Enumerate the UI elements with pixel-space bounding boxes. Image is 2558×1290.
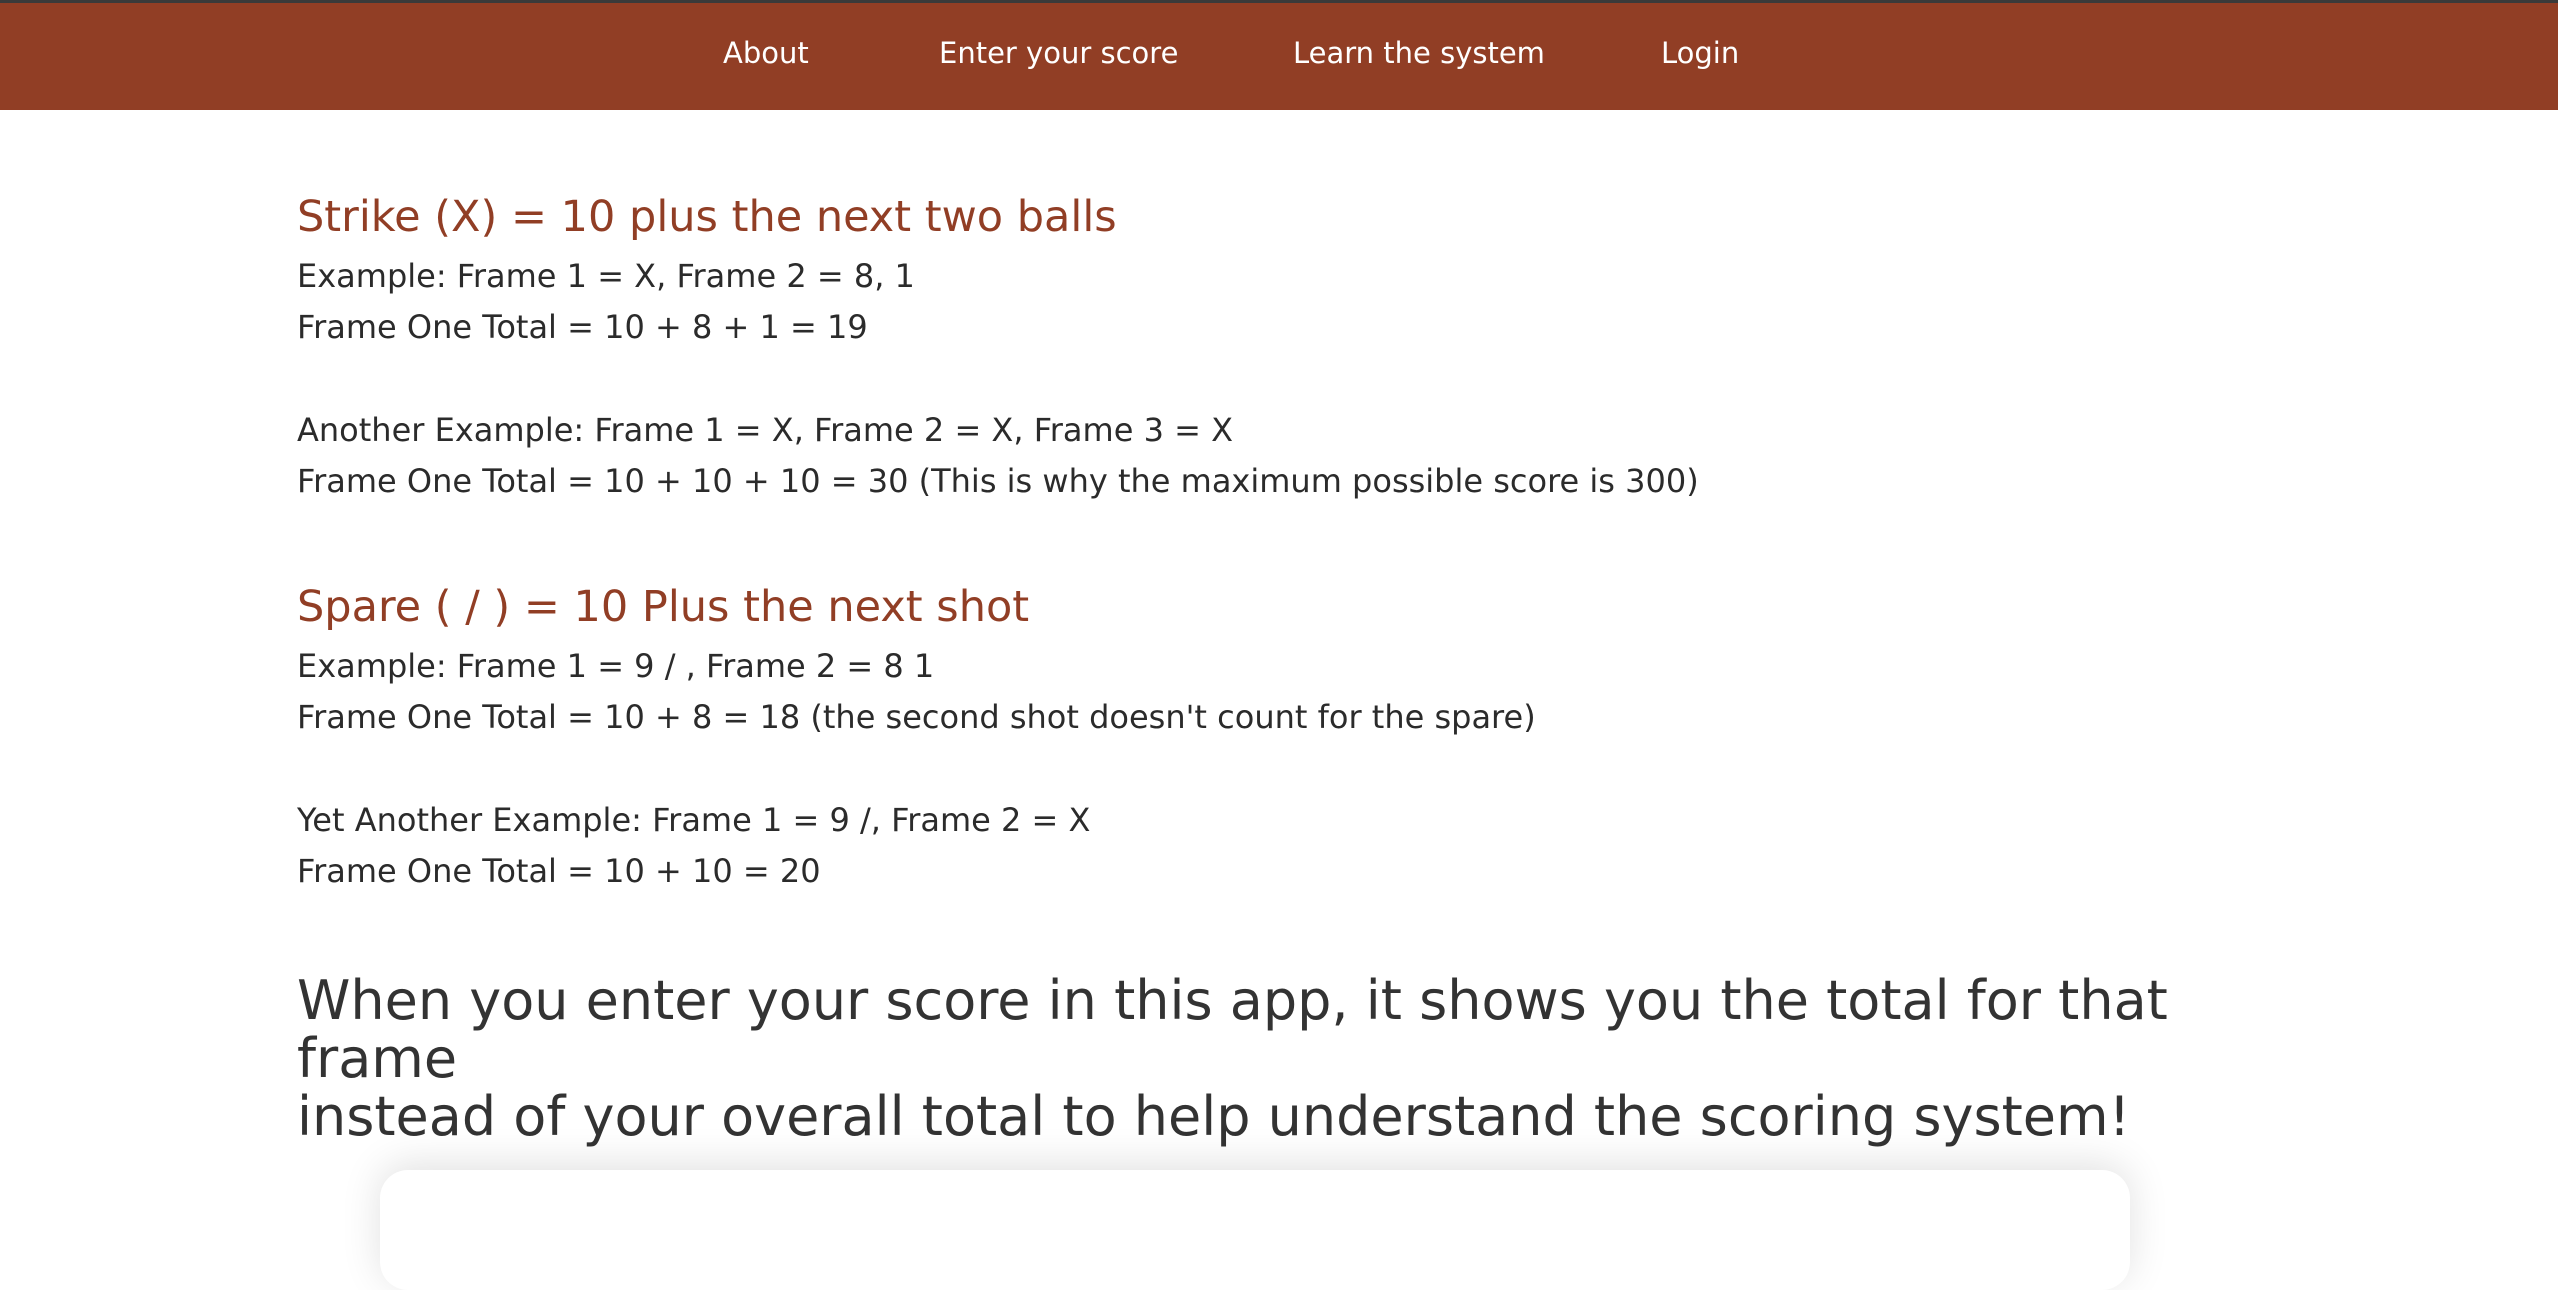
scoring-note: When you enter your score in this app, i… (297, 972, 2297, 1146)
nav-learn-system-link[interactable]: Learn the system (1293, 3, 1545, 103)
strike-example-1-total: Frame One Total = 10 + 8 + 1 = 19 (297, 308, 868, 346)
strike-example-2-frames: Another Example: Frame 1 = X, Frame 2 = … (297, 411, 1233, 449)
strike-example-2-total: Frame One Total = 10 + 10 + 10 = 30 (Thi… (297, 462, 1699, 500)
strike-heading: Strike (X) = 10 plus the next two balls (297, 192, 1117, 242)
nav-login-link[interactable]: Login (1661, 3, 1739, 103)
strike-example-1-frames: Example: Frame 1 = X, Frame 2 = 8, 1 (297, 257, 915, 295)
spare-example-2-total: Frame One Total = 10 + 10 = 20 (297, 852, 821, 890)
spare-example-2-frames: Yet Another Example: Frame 1 = 9 /, Fram… (297, 801, 1091, 839)
scoring-note-line-1: When you enter your score in this app, i… (297, 969, 2168, 1090)
nav-about-link[interactable]: About (723, 3, 809, 103)
top-navigation-bar: About Enter your score Learn the system … (0, 0, 2558, 110)
nav-enter-score-link[interactable]: Enter your score (939, 3, 1178, 103)
scoring-note-line-2: instead of your overall total to help un… (297, 1085, 2131, 1148)
spare-example-1-frames: Example: Frame 1 = 9 / , Frame 2 = 8 1 (297, 647, 935, 685)
card-panel (380, 1170, 2130, 1290)
spare-example-1-total: Frame One Total = 10 + 8 = 18 (the secon… (297, 698, 1536, 736)
spare-heading: Spare ( / ) = 10 Plus the next shot (297, 582, 1030, 632)
